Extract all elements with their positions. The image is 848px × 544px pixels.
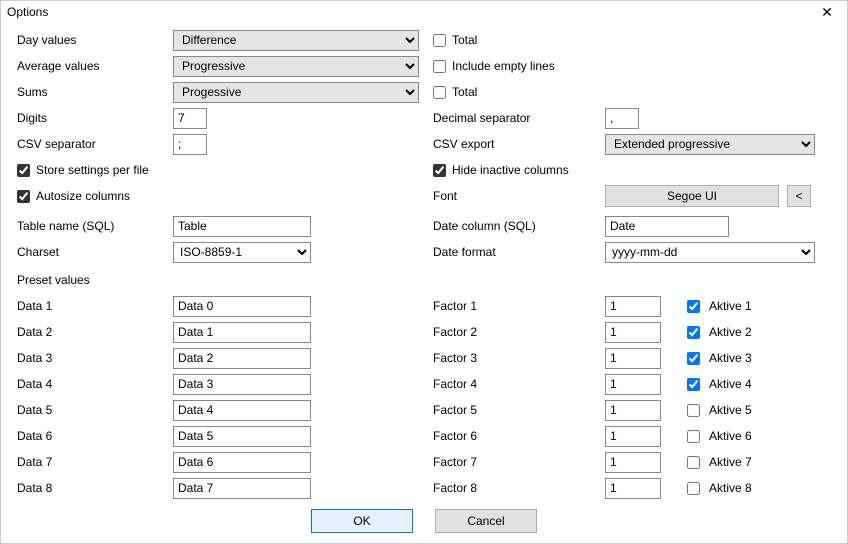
average-values-label: Average values (17, 59, 173, 73)
include-empty-checkbox[interactable] (433, 60, 446, 73)
data-input-8[interactable] (173, 478, 311, 499)
charset-select[interactable]: ISO-8859-1 (173, 242, 311, 263)
data-label-6: Data 6 (17, 429, 173, 443)
decimal-separator-label: Decimal separator (433, 111, 605, 125)
table-name-label: Table name (SQL) (17, 219, 173, 233)
factor-input-1[interactable] (605, 296, 661, 317)
font-button[interactable]: Segoe UI (605, 185, 779, 207)
hide-inactive-label: Hide inactive columns (452, 163, 569, 177)
data-label-4: Data 4 (17, 377, 173, 391)
window-title: Options (7, 5, 813, 19)
digits-label: Digits (17, 111, 173, 125)
factor-label-7: Factor 7 (433, 455, 605, 469)
date-format-select[interactable]: yyyy-mm-dd (605, 242, 815, 263)
decimal-separator-input[interactable] (605, 108, 639, 129)
csv-export-label: CSV export (433, 137, 605, 151)
aktive-checkbox-8[interactable] (687, 482, 700, 495)
data-input-2[interactable] (173, 322, 311, 343)
csv-separator-label: CSV separator (17, 137, 173, 151)
data-label-3: Data 3 (17, 351, 173, 365)
preset-values-label: Preset values (17, 273, 90, 287)
factor-label-3: Factor 3 (433, 351, 605, 365)
titlebar: Options ✕ (1, 1, 847, 23)
aktive-label-3: Aktive 3 (709, 351, 752, 365)
factor-label-6: Factor 6 (433, 429, 605, 443)
close-icon[interactable]: ✕ (813, 3, 841, 21)
table-name-input[interactable] (173, 216, 311, 237)
factor-label-8: Factor 8 (433, 481, 605, 495)
font-label: Font (433, 189, 605, 203)
data-input-1[interactable] (173, 296, 311, 317)
aktive-label-1: Aktive 1 (709, 299, 752, 313)
aktive-checkbox-3[interactable] (687, 352, 700, 365)
aktive-checkbox-1[interactable] (687, 300, 700, 313)
ok-button[interactable]: OK (311, 509, 413, 533)
data-input-6[interactable] (173, 426, 311, 447)
factor-label-1: Factor 1 (433, 299, 605, 313)
store-per-file-checkbox[interactable] (17, 164, 30, 177)
average-values-select[interactable]: Progressive (173, 56, 419, 77)
factor-label-5: Factor 5 (433, 403, 605, 417)
day-values-select[interactable]: Difference (173, 30, 419, 51)
factor-label-4: Factor 4 (433, 377, 605, 391)
include-empty-label: Include empty lines (452, 59, 555, 73)
aktive-label-6: Aktive 6 (709, 429, 752, 443)
charset-label: Charset (17, 245, 173, 259)
data-label-2: Data 2 (17, 325, 173, 339)
factor-input-5[interactable] (605, 400, 661, 421)
factor-input-4[interactable] (605, 374, 661, 395)
aktive-checkbox-5[interactable] (687, 404, 700, 417)
sums-label: Sums (17, 85, 173, 99)
aktive-label-2: Aktive 2 (709, 325, 752, 339)
data-label-7: Data 7 (17, 455, 173, 469)
aktive-checkbox-4[interactable] (687, 378, 700, 391)
options-dialog: Options ✕ Day values Difference Average … (0, 0, 848, 544)
data-label-1: Data 1 (17, 299, 173, 313)
data-label-8: Data 8 (17, 481, 173, 495)
aktive-label-7: Aktive 7 (709, 455, 752, 469)
aktive-checkbox-6[interactable] (687, 430, 700, 443)
data-input-4[interactable] (173, 374, 311, 395)
total2-label: Total (452, 85, 477, 99)
factor-input-7[interactable] (605, 452, 661, 473)
data-label-5: Data 5 (17, 403, 173, 417)
factor-label-2: Factor 2 (433, 325, 605, 339)
date-column-input[interactable] (605, 216, 729, 237)
autosize-columns-label: Autosize columns (36, 189, 130, 203)
csv-separator-input[interactable] (173, 134, 207, 155)
data-input-3[interactable] (173, 348, 311, 369)
cancel-button[interactable]: Cancel (435, 509, 537, 533)
csv-export-select[interactable]: Extended progressive (605, 134, 815, 155)
hide-inactive-checkbox[interactable] (433, 164, 446, 177)
aktive-checkbox-7[interactable] (687, 456, 700, 469)
total1-checkbox[interactable] (433, 34, 446, 47)
factor-input-3[interactable] (605, 348, 661, 369)
store-per-file-label: Store settings per file (36, 163, 149, 177)
data-input-7[interactable] (173, 452, 311, 473)
aktive-checkbox-2[interactable] (687, 326, 700, 339)
font-reset-button[interactable]: < (787, 185, 811, 207)
factor-input-6[interactable] (605, 426, 661, 447)
day-values-label: Day values (17, 33, 173, 47)
factor-input-8[interactable] (605, 478, 661, 499)
autosize-columns-checkbox[interactable] (17, 190, 30, 203)
button-bar: OK Cancel (1, 503, 847, 543)
aktive-label-4: Aktive 4 (709, 377, 752, 391)
aktive-label-8: Aktive 8 (709, 481, 752, 495)
sums-select[interactable]: Progessive (173, 82, 419, 103)
digits-input[interactable] (173, 108, 207, 129)
data-input-5[interactable] (173, 400, 311, 421)
total1-label: Total (452, 33, 477, 47)
date-column-label: Date column (SQL) (433, 219, 605, 233)
total2-checkbox[interactable] (433, 86, 446, 99)
factor-input-2[interactable] (605, 322, 661, 343)
aktive-label-5: Aktive 5 (709, 403, 752, 417)
date-format-label: Date format (433, 245, 605, 259)
